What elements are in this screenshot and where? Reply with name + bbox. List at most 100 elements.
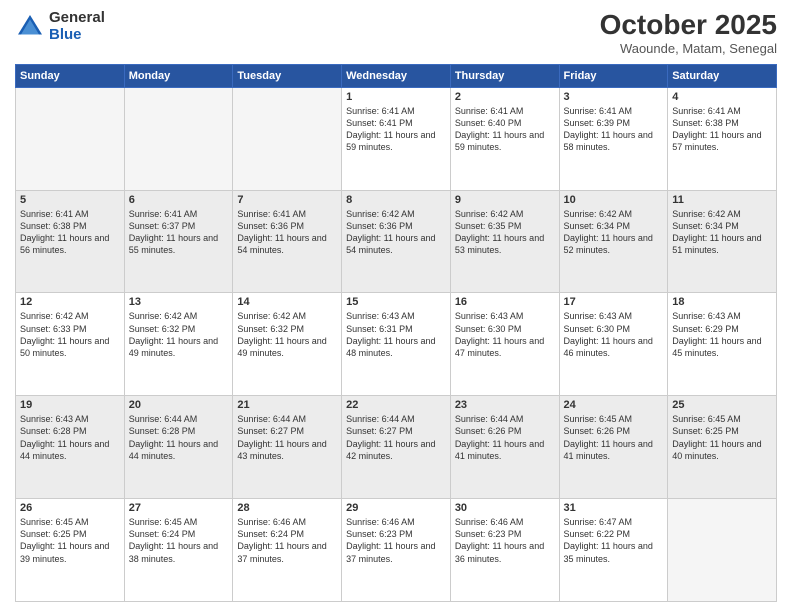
day-info: Sunrise: 6:41 AM Sunset: 6:40 PM Dayligh… bbox=[455, 105, 555, 154]
day-info: Sunrise: 6:43 AM Sunset: 6:30 PM Dayligh… bbox=[564, 310, 664, 359]
table-cell bbox=[16, 87, 125, 190]
day-number: 21 bbox=[237, 399, 337, 411]
day-info: Sunrise: 6:42 AM Sunset: 6:34 PM Dayligh… bbox=[672, 208, 772, 257]
day-info: Sunrise: 6:43 AM Sunset: 6:28 PM Dayligh… bbox=[20, 413, 120, 462]
table-cell bbox=[233, 87, 342, 190]
table-cell: 14 Sunrise: 6:42 AM Sunset: 6:32 PM Dayli… bbox=[233, 293, 342, 396]
table-cell: 11 Sunrise: 6:42 AM Sunset: 6:34 PM Dayli… bbox=[668, 190, 777, 293]
calendar-week-row: 5 Sunrise: 6:41 AM Sunset: 6:38 PM Daylig… bbox=[16, 190, 777, 293]
table-cell: 4 Sunrise: 6:41 AM Sunset: 6:38 PM Daylig… bbox=[668, 87, 777, 190]
day-number: 17 bbox=[564, 296, 664, 308]
calendar-header-row: Sunday Monday Tuesday Wednesday Thursday… bbox=[16, 64, 777, 87]
logo-general: General bbox=[49, 10, 105, 27]
day-info: Sunrise: 6:42 AM Sunset: 6:32 PM Dayligh… bbox=[129, 310, 229, 359]
day-info: Sunrise: 6:44 AM Sunset: 6:27 PM Dayligh… bbox=[237, 413, 337, 462]
day-info: Sunrise: 6:43 AM Sunset: 6:31 PM Dayligh… bbox=[346, 310, 446, 359]
day-number: 25 bbox=[672, 399, 772, 411]
day-info: Sunrise: 6:41 AM Sunset: 6:41 PM Dayligh… bbox=[346, 105, 446, 154]
calendar-week-row: 26 Sunrise: 6:45 AM Sunset: 6:25 PM Dayli… bbox=[16, 499, 777, 602]
table-cell: 18Sunrise: 6:43 AM Sunset: 6:29 PM Dayli… bbox=[668, 293, 777, 396]
table-cell: 29Sunrise: 6:46 AM Sunset: 6:23 PM Dayli… bbox=[342, 499, 451, 602]
table-cell: 20Sunrise: 6:44 AM Sunset: 6:28 PM Dayli… bbox=[124, 396, 233, 499]
day-info: Sunrise: 6:43 AM Sunset: 6:30 PM Dayligh… bbox=[455, 310, 555, 359]
day-number: 24 bbox=[564, 399, 664, 411]
table-cell: 26 Sunrise: 6:45 AM Sunset: 6:25 PM Dayli… bbox=[16, 499, 125, 602]
col-sunday: Sunday bbox=[16, 64, 125, 87]
table-cell: 1Sunrise: 6:41 AM Sunset: 6:41 PM Daylig… bbox=[342, 87, 451, 190]
day-info: Sunrise: 6:45 AM Sunset: 6:24 PM Dayligh… bbox=[129, 516, 229, 565]
day-number: 19 bbox=[20, 399, 120, 411]
table-cell bbox=[668, 499, 777, 602]
day-number: 11 bbox=[672, 194, 772, 206]
day-info: Sunrise: 6:42 AM Sunset: 6:32 PM Dayligh… bbox=[237, 310, 337, 359]
col-tuesday: Tuesday bbox=[233, 64, 342, 87]
day-number: 23 bbox=[455, 399, 555, 411]
day-number: 15 bbox=[346, 296, 446, 308]
day-number: 5 bbox=[20, 194, 120, 206]
day-info: Sunrise: 6:45 AM Sunset: 6:26 PM Dayligh… bbox=[564, 413, 664, 462]
day-number: 26 bbox=[20, 502, 120, 514]
day-number: 28 bbox=[237, 502, 337, 514]
table-cell: 24 Sunrise: 6:45 AM Sunset: 6:26 PM Dayli… bbox=[559, 396, 668, 499]
day-number: 4 bbox=[672, 91, 772, 103]
table-cell: 19 Sunrise: 6:43 AM Sunset: 6:28 PM Dayli… bbox=[16, 396, 125, 499]
day-info: Sunrise: 6:42 AM Sunset: 6:35 PM Dayligh… bbox=[455, 208, 555, 257]
calendar-week-row: 19 Sunrise: 6:43 AM Sunset: 6:28 PM Dayli… bbox=[16, 396, 777, 499]
day-info: Sunrise: 6:46 AM Sunset: 6:24 PM Dayligh… bbox=[237, 516, 337, 565]
table-cell: 3Sunrise: 6:41 AM Sunset: 6:39 PM Daylig… bbox=[559, 87, 668, 190]
table-cell: 8Sunrise: 6:42 AM Sunset: 6:36 PM Daylig… bbox=[342, 190, 451, 293]
table-cell: 22Sunrise: 6:44 AM Sunset: 6:27 PM Dayli… bbox=[342, 396, 451, 499]
header: General Blue October 2025 Waounde, Matam… bbox=[15, 10, 777, 56]
day-number: 3 bbox=[564, 91, 664, 103]
table-cell: 16 Sunrise: 6:43 AM Sunset: 6:30 PM Dayli… bbox=[450, 293, 559, 396]
location-subtitle: Waounde, Matam, Senegal bbox=[600, 41, 777, 56]
logo-icon bbox=[15, 12, 45, 42]
calendar-table: Sunday Monday Tuesday Wednesday Thursday… bbox=[15, 64, 777, 602]
day-info: Sunrise: 6:44 AM Sunset: 6:27 PM Dayligh… bbox=[346, 413, 446, 462]
month-title: October 2025 bbox=[600, 10, 777, 41]
day-number: 6 bbox=[129, 194, 229, 206]
table-cell: 2 Sunrise: 6:41 AM Sunset: 6:40 PM Daylig… bbox=[450, 87, 559, 190]
table-cell: 5 Sunrise: 6:41 AM Sunset: 6:38 PM Daylig… bbox=[16, 190, 125, 293]
logo-blue: Blue bbox=[49, 27, 105, 44]
table-cell: 9 Sunrise: 6:42 AM Sunset: 6:35 PM Daylig… bbox=[450, 190, 559, 293]
day-info: Sunrise: 6:42 AM Sunset: 6:34 PM Dayligh… bbox=[564, 208, 664, 257]
day-number: 12 bbox=[20, 296, 120, 308]
day-info: Sunrise: 6:45 AM Sunset: 6:25 PM Dayligh… bbox=[20, 516, 120, 565]
day-number: 27 bbox=[129, 502, 229, 514]
title-block: October 2025 Waounde, Matam, Senegal bbox=[600, 10, 777, 56]
table-cell: 17 Sunrise: 6:43 AM Sunset: 6:30 PM Dayli… bbox=[559, 293, 668, 396]
table-cell: 30Sunrise: 6:46 AM Sunset: 6:23 PM Dayli… bbox=[450, 499, 559, 602]
table-cell bbox=[124, 87, 233, 190]
table-cell: 15 Sunrise: 6:43 AM Sunset: 6:31 PM Dayli… bbox=[342, 293, 451, 396]
day-info: Sunrise: 6:46 AM Sunset: 6:23 PM Dayligh… bbox=[455, 516, 555, 565]
day-number: 16 bbox=[455, 296, 555, 308]
day-info: Sunrise: 6:44 AM Sunset: 6:28 PM Dayligh… bbox=[129, 413, 229, 462]
day-info: Sunrise: 6:45 AM Sunset: 6:25 PM Dayligh… bbox=[672, 413, 772, 462]
table-cell: 6 Sunrise: 6:41 AM Sunset: 6:37 PM Daylig… bbox=[124, 190, 233, 293]
day-info: Sunrise: 6:43 AM Sunset: 6:29 PM Dayligh… bbox=[672, 310, 772, 359]
day-info: Sunrise: 6:41 AM Sunset: 6:38 PM Dayligh… bbox=[20, 208, 120, 257]
day-info: Sunrise: 6:41 AM Sunset: 6:37 PM Dayligh… bbox=[129, 208, 229, 257]
table-cell: 23 Sunrise: 6:44 AM Sunset: 6:26 PM Dayli… bbox=[450, 396, 559, 499]
day-number: 7 bbox=[237, 194, 337, 206]
col-friday: Friday bbox=[559, 64, 668, 87]
day-number: 29 bbox=[346, 502, 446, 514]
table-cell: 27 Sunrise: 6:45 AM Sunset: 6:24 PM Dayli… bbox=[124, 499, 233, 602]
table-cell: 25 Sunrise: 6:45 AM Sunset: 6:25 PM Dayli… bbox=[668, 396, 777, 499]
day-info: Sunrise: 6:44 AM Sunset: 6:26 PM Dayligh… bbox=[455, 413, 555, 462]
day-number: 14 bbox=[237, 296, 337, 308]
table-cell: 10 Sunrise: 6:42 AM Sunset: 6:34 PM Dayli… bbox=[559, 190, 668, 293]
day-info: Sunrise: 6:41 AM Sunset: 6:36 PM Dayligh… bbox=[237, 208, 337, 257]
day-info: Sunrise: 6:47 AM Sunset: 6:22 PM Dayligh… bbox=[564, 516, 664, 565]
day-info: Sunrise: 6:42 AM Sunset: 6:33 PM Dayligh… bbox=[20, 310, 120, 359]
day-number: 9 bbox=[455, 194, 555, 206]
day-number: 2 bbox=[455, 91, 555, 103]
day-number: 10 bbox=[564, 194, 664, 206]
logo: General Blue bbox=[15, 10, 105, 43]
day-info: Sunrise: 6:41 AM Sunset: 6:38 PM Dayligh… bbox=[672, 105, 772, 154]
calendar-week-row: 12 Sunrise: 6:42 AM Sunset: 6:33 PM Dayli… bbox=[16, 293, 777, 396]
col-thursday: Thursday bbox=[450, 64, 559, 87]
col-saturday: Saturday bbox=[668, 64, 777, 87]
calendar-week-row: 1Sunrise: 6:41 AM Sunset: 6:41 PM Daylig… bbox=[16, 87, 777, 190]
